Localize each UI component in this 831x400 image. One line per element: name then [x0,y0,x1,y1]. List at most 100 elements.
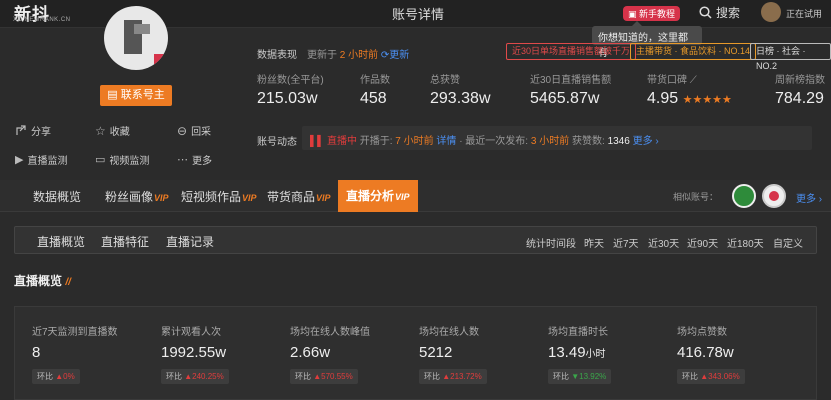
live-bars-icon: ▌▌ [310,136,325,147]
stat-label: 场均直播时长 [548,327,608,338]
more-link-label: 更多 [632,136,653,147]
vip-badge: VIP [154,193,169,203]
period-90d[interactable]: 近90天 [687,235,718,250]
period-180d[interactable]: 近180天 [727,235,764,250]
new-tutorial-button[interactable]: ▣ 新手教程 [623,6,681,21]
ring-label: 环比 [553,372,569,381]
arrow-down-icon: ▼ [571,372,580,381]
ring-value: 570.55% [321,372,353,381]
stat-label: 场均点赞数 [677,327,727,338]
tutorial-icon: ▣ [628,9,637,19]
tab-label: 直播分析 [346,189,395,203]
tab-label: 粉丝画像 [105,190,154,204]
user-avatar[interactable] [761,2,781,22]
subtab-live-overview[interactable]: 直播概览 [37,233,85,250]
ring-value: 13.92% [579,372,607,381]
metric-likes-value: 293.38w [430,90,491,107]
dynamic-bar: ▌▌ 直播中 开播于: 7 小时前 详情 · 最近一次发布: 3 小时前 获赞数… [302,126,812,150]
metric-reputation-value: 4.95 ★★★★★ [647,90,732,108]
likes-prefix: 获赞数: [572,136,605,147]
search-button[interactable]: 搜索 [699,4,740,21]
similar-more-link[interactable]: 更多 › [796,190,822,205]
main-tabs: 数据概览 粉丝画像VIP 短视频作品VIP 带货商品VIP 直播分析VIP 相似… [0,180,831,212]
tab-products[interactable]: 带货商品VIP [267,188,331,205]
sub-tabs: 直播概览 直播特征 直播记录 统计时间段 昨天 近7天 近30天 近90天 近1… [14,226,817,254]
stat-value: 2.66w [290,344,331,361]
contact-owner-button[interactable]: ▤ 联系号主 [100,85,172,106]
ring-value: 213.72% [450,372,482,381]
ring-value: 240.25% [192,372,224,381]
refresh-button[interactable]: ⟳更新 [381,50,409,61]
more-link[interactable]: 更多 › [633,136,659,147]
ring-badge: 环比 ▲240.25% [161,369,229,384]
refresh-label: 更新 [389,50,410,61]
tag-sales-record[interactable]: 近30日单场直播销售额破千万 [506,43,637,60]
arrow-up-icon: ▲ [313,372,322,381]
ring-label: 环比 [424,372,440,381]
update-info: 更新于 2 小时前 ⟳更新 [307,46,409,61]
vip-badge: VIP [316,193,331,203]
ring-badge: 环比 ▲570.55% [290,369,358,384]
recollect-action[interactable]: ⊖ 回采 [177,123,212,139]
tab-short-videos[interactable]: 短视频作品VIP [181,188,257,205]
contact-icon: ▤ [107,89,118,101]
video-monitor-action[interactable]: ▭ 视频监测 [95,152,149,167]
tab-live-analysis[interactable]: 直播分析VIP [338,180,418,212]
tag-category-rank[interactable]: 主播带货 · 食品饮料 · NO.14 [630,43,757,60]
slash-accent-icon: // [65,277,71,288]
stat-value: 416.78w [677,344,734,361]
vip-badge: VIP [242,193,257,203]
favorite-label: 收藏 [109,127,130,138]
share-action[interactable]: 分享 [15,123,51,138]
period-30d[interactable]: 近30天 [648,235,679,250]
arrow-up-icon: ▲ [55,372,64,381]
started-value: 7 小时前 [395,136,434,147]
ring-badge: 环比 ▲0% [32,369,80,384]
section-title: 直播概览 // [14,272,71,289]
rating-stars-icon: ★★★★★ [682,94,732,106]
ring-label: 环比 [166,372,182,381]
live-monitor-action[interactable]: ▶ 直播监测 [15,152,67,167]
tab-fan-profile[interactable]: 粉丝画像VIP [105,188,169,205]
search-icon [699,6,712,19]
period-label: 统计时间段 [526,239,576,250]
subtab-live-records[interactable]: 直播记录 [166,233,214,250]
similar-more-label: 更多 [796,194,816,205]
metric-reputation-label: 带货口碑 ⟋ [647,71,697,86]
favorite-action[interactable]: ☆ 收藏 [95,123,130,139]
reputation-value-text: 4.95 [647,90,679,107]
stat-value: 1992.55w [161,344,227,361]
period-custom[interactable]: 自定义 [773,235,803,250]
period-7d[interactable]: 近7天 [613,235,639,250]
live-status: 直播中 [326,136,357,147]
stat-value: 13.49小时 [548,344,606,361]
likes-value: 1346 [607,136,630,147]
trial-label[interactable]: 正在试用 [786,7,822,20]
contact-owner-label: 联系号主 [120,89,165,101]
detail-link[interactable]: 详情 [436,136,456,147]
live-monitor-icon: ▶ [15,154,24,166]
account-dynamic-label: 账号动态 [257,137,297,148]
stat-value: 5212 [419,344,453,361]
stat-label: 场均在线人数峰值 [290,327,370,338]
recollect-label: 回采 [191,127,212,138]
more-action[interactable]: ⋯ 更多 [177,152,212,167]
section-title-text: 直播概览 [14,274,63,288]
tag-daily-rank[interactable]: 日榜 · 社会 · NO.2 [750,43,831,71]
video-monitor-label: 视频监测 [109,156,150,167]
stat-label: 近7天监测到直播数 [32,327,118,338]
ring-label: 环比 [295,372,311,381]
updated-value: 2 小时前 [339,50,379,61]
subtab-live-features[interactable]: 直播特征 [101,233,149,250]
similar-account-avatar[interactable] [732,184,756,208]
tab-data-overview[interactable]: 数据概览 [33,188,81,205]
ring-label: 环比 [682,372,698,381]
share-label: 分享 [31,127,51,138]
tab-label: 带货商品 [267,190,316,204]
ring-value: 343.06% [708,372,740,381]
period-yesterday[interactable]: 昨天 [584,235,604,250]
last-pub-value: 3 小时前 [530,136,570,147]
metric-fans-value: 215.03w [257,90,318,107]
metric-sales-value: 5465.87w [530,90,600,107]
similar-account-avatar[interactable] [762,184,786,208]
